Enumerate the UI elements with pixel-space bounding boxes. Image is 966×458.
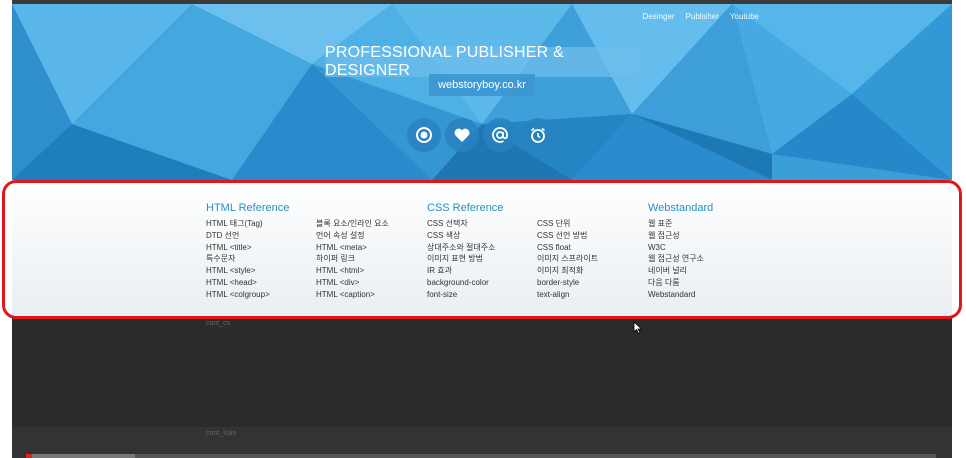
record-icon [416, 127, 432, 143]
progress-fill [26, 454, 136, 458]
list-item[interactable]: CSS 선언 방법 [537, 230, 598, 242]
cont-label-a: cont_cs [206, 320, 231, 327]
browser-frame: Desinger Publisher Youtube PROFESSIONAL … [12, 0, 952, 458]
list-item[interactable]: 웹 접근성 [648, 230, 704, 242]
hero-subtitle: webstoryboy.co.kr [438, 79, 526, 91]
nav-link-publisher[interactable]: Publisher [686, 12, 719, 21]
list-item[interactable]: 이미지 스프라이트 [537, 253, 598, 265]
alarm-icon [531, 127, 545, 143]
list-item[interactable]: HTML <meta> [316, 242, 389, 254]
list-item[interactable]: CSS 선택자 [427, 218, 495, 230]
list-item[interactable]: 이미지 최적화 [537, 265, 598, 277]
content-area: cont_cs [12, 317, 952, 427]
list-item[interactable]: border-style [537, 277, 598, 289]
progress-marker [26, 454, 32, 458]
list-item[interactable]: CSS 색상 [427, 230, 495, 242]
css-reference-heading[interactable]: CSS Reference [427, 202, 503, 216]
list-item[interactable]: HTML <html> [316, 265, 389, 277]
list-item[interactable]: HTML <head> [206, 277, 270, 289]
list-item[interactable]: HTML <div> [316, 277, 389, 289]
list-item[interactable]: 웹 접근성 연구소 [648, 253, 704, 265]
list-item[interactable]: 상대주소와 절대주소 [427, 242, 495, 254]
list-item[interactable]: HTML <colgroup> [206, 289, 270, 301]
heart-icon [454, 128, 470, 142]
webstandard-list: 웹 표준 웹 접근성 W3C 웹 접근성 연구소 네이버 널리 다음 다룸 We… [648, 218, 704, 301]
list-item[interactable]: CSS float [537, 242, 598, 254]
css-reference-list-2: CSS 단위 CSS 선언 방법 CSS float 이미지 스프라이트 이미지… [537, 218, 598, 301]
list-item[interactable]: HTML <caption> [316, 289, 389, 301]
list-item[interactable]: 언어 속성 설정 [316, 230, 389, 242]
hero-title-box: PROFESSIONAL PUBLISHER & DESIGNER [325, 44, 638, 79]
html-reference-list-1: HTML 태그(Tag) DTD 선언 HTML <title> 특수문자 HT… [206, 218, 270, 301]
html-reference-group: HTML Reference [206, 202, 289, 218]
webstandard-group: Webstandard [648, 202, 713, 218]
list-item[interactable]: 이미지 표현 방법 [427, 253, 495, 265]
list-item[interactable]: text-align [537, 289, 598, 301]
list-item[interactable]: 다음 다룸 [648, 277, 704, 289]
webstandard-heading[interactable]: Webstandard [648, 202, 713, 216]
css-reference-list-1: CSS 선택자 CSS 색상 상대주소와 절대주소 이미지 표현 방법 IR 효… [427, 218, 495, 301]
alarm-button[interactable] [521, 118, 555, 152]
list-item[interactable]: HTML <style> [206, 265, 270, 277]
list-item[interactable]: 특수문자 [206, 253, 270, 265]
list-item[interactable]: W3C [648, 242, 704, 254]
list-item[interactable]: CSS 단위 [537, 218, 598, 230]
list-item[interactable]: 웹 표준 [648, 218, 704, 230]
video-progress-bar[interactable] [26, 454, 936, 458]
list-item[interactable]: 네이버 널리 [648, 265, 704, 277]
list-item[interactable]: IR 효과 [427, 265, 495, 277]
heart-button[interactable] [445, 118, 479, 152]
reference-panel: HTML Reference HTML 태그(Tag) DTD 선언 HTML … [12, 180, 952, 317]
list-item[interactable]: background-color [427, 277, 495, 289]
list-item[interactable]: HTML <title> [206, 242, 270, 254]
html-reference-heading[interactable]: HTML Reference [206, 202, 289, 216]
nav-link-designer[interactable]: Desinger [643, 12, 675, 21]
list-item[interactable]: HTML 태그(Tag) [206, 218, 270, 230]
hero-subtitle-box[interactable]: webstoryboy.co.kr [429, 74, 535, 96]
at-icon [492, 127, 508, 143]
html-reference-list-2: 블록 요소/인라인 요소 언어 속성 설정 HTML <meta> 하이퍼 링크… [316, 218, 389, 301]
cont-label-b: cont_Isan [206, 430, 237, 437]
social-icons [407, 118, 555, 152]
css-reference-group: CSS Reference [427, 202, 503, 218]
list-item[interactable]: 블록 요소/인라인 요소 [316, 218, 389, 230]
at-button[interactable] [483, 118, 517, 152]
list-item[interactable]: 하이퍼 링크 [316, 253, 389, 265]
mouse-cursor-icon [633, 321, 643, 335]
top-nav: Desinger Publisher Youtube [643, 12, 759, 21]
list-item[interactable]: DTD 선언 [206, 230, 270, 242]
list-item[interactable]: font-size [427, 289, 495, 301]
nav-link-youtube[interactable]: Youtube [730, 12, 759, 21]
hero-banner: Desinger Publisher Youtube PROFESSIONAL … [12, 4, 952, 180]
list-item[interactable]: Webstandard [648, 289, 704, 301]
record-button[interactable] [407, 118, 441, 152]
